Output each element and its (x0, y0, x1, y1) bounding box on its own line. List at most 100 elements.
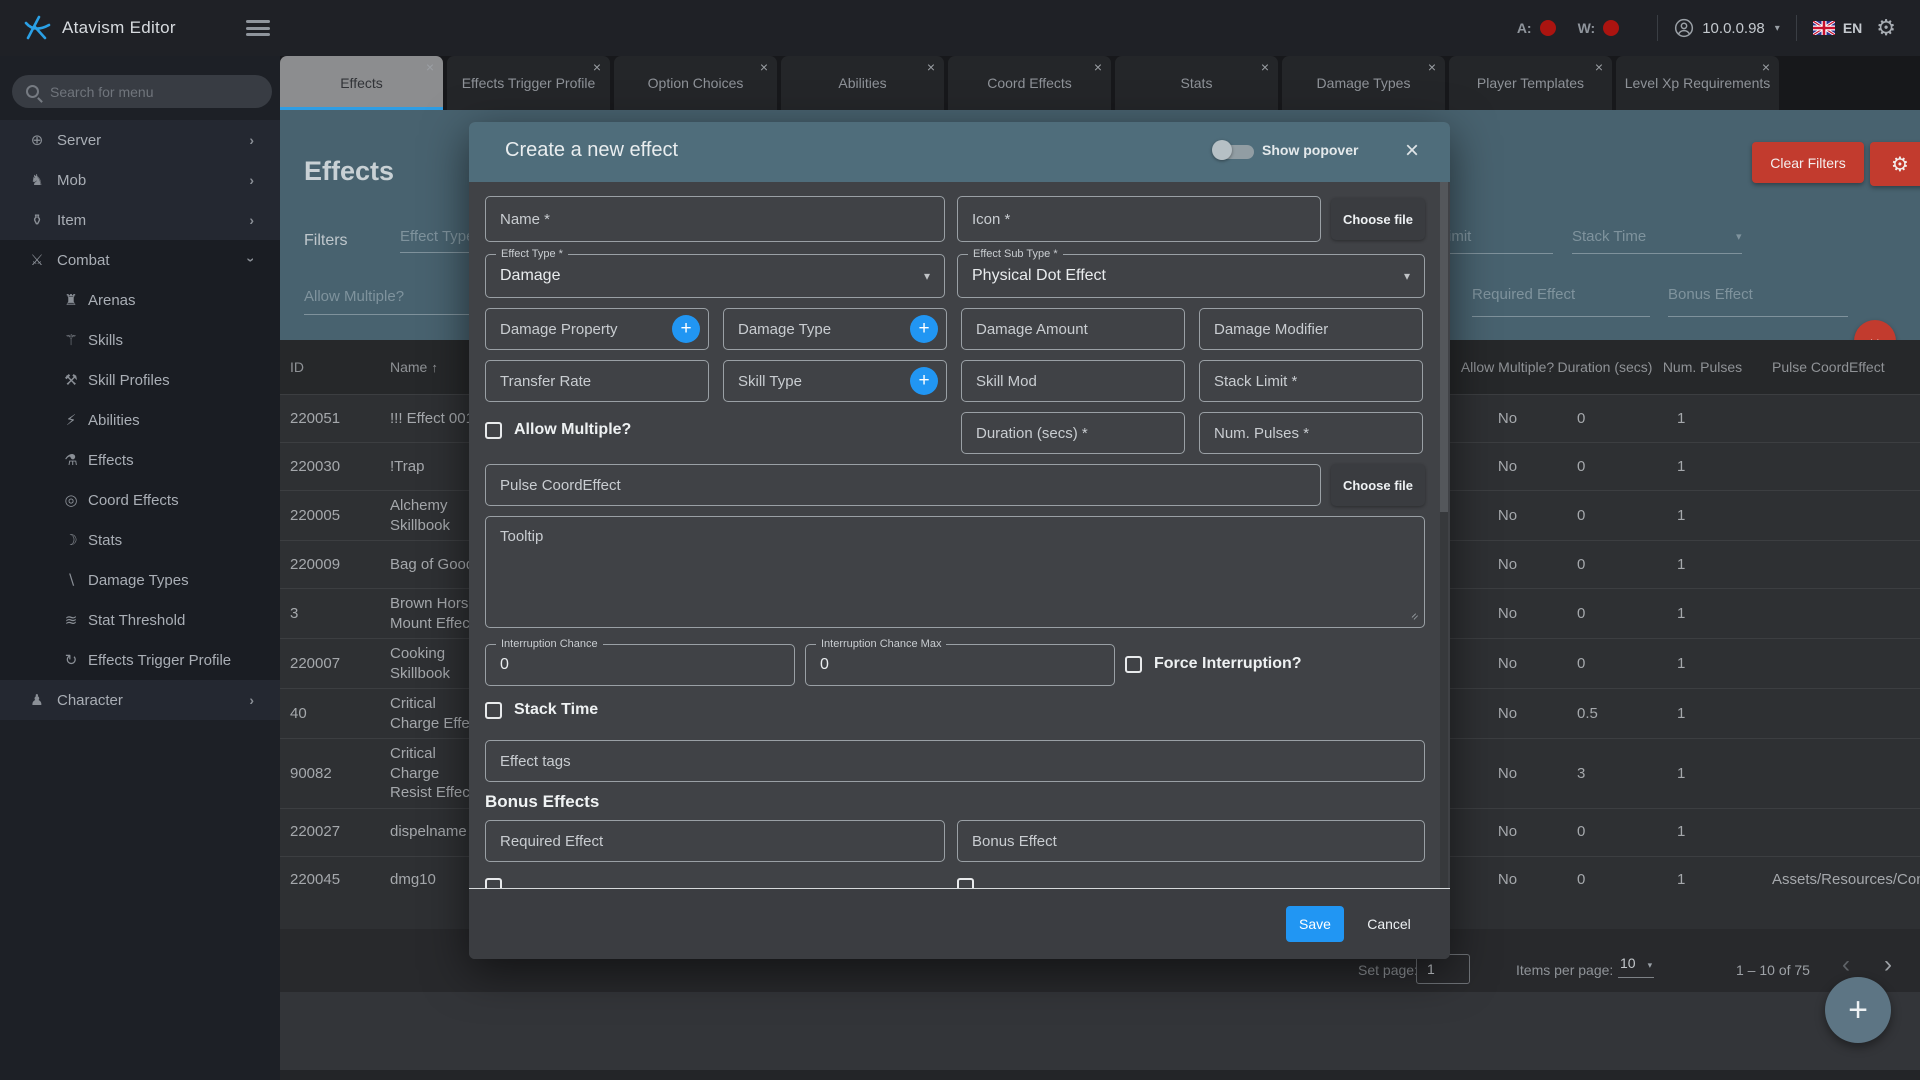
tab-close-icon[interactable]: × (1094, 59, 1102, 75)
bonus-effect-field[interactable]: Bonus Effect (957, 820, 1425, 862)
sidebar-group-item[interactable]: ⚱ Item › (0, 200, 280, 240)
tab-close-icon[interactable]: × (1595, 59, 1603, 75)
filter-required-effect[interactable]: Required Effect (1472, 286, 1575, 303)
sidebar-sub-item[interactable]: ⚚ Skills (0, 320, 280, 360)
previous-page-button[interactable]: ‹ (1842, 951, 1850, 979)
sidebar-sub-item[interactable]: ↻ Effects Trigger Profile (0, 640, 280, 680)
next-page-button[interactable]: › (1884, 951, 1892, 979)
effect-type-select[interactable]: Effect Type * Damage ▾ (485, 248, 945, 298)
pulse-coordeffect-field[interactable]: Pulse CoordEffect (485, 464, 1321, 506)
hamburger-menu-icon[interactable] (245, 20, 270, 36)
language-selector[interactable]: EN (1812, 20, 1862, 36)
interruption-chance-field[interactable]: Interruption Chance 0 (485, 638, 795, 686)
interruption-chance-max-field[interactable]: Interruption Chance Max 0 (805, 638, 1115, 686)
sidebar-sub-item[interactable]: ∖ Damage Types (0, 560, 280, 600)
tab-label: Abilities (838, 75, 887, 91)
sidebar-sub-item[interactable]: ♜ Arenas (0, 280, 280, 320)
filter-effect-type[interactable]: Effect Type (400, 228, 475, 245)
tab[interactable]: Abilities × (781, 56, 944, 110)
sidebar-item-label: Arenas (88, 291, 136, 309)
tab[interactable]: Coord Effects × (948, 56, 1111, 110)
duration-field[interactable]: Duration (secs) * (961, 412, 1185, 454)
tab[interactable]: Option Choices × (614, 56, 777, 110)
sidebar-group-item[interactable]: ♞ Mob › (0, 160, 280, 200)
search-input[interactable]: Search for menu (12, 75, 272, 108)
filter-allow-multiple[interactable]: Allow Multiple? (304, 288, 404, 305)
allow-multiple-checkbox[interactable] (485, 422, 502, 439)
table-settings-gear-icon[interactable]: ⚙ (1870, 142, 1920, 186)
tab-close-icon[interactable]: × (927, 59, 935, 75)
stack-limit-field[interactable]: Stack Limit * (1199, 360, 1423, 402)
tab[interactable]: Level Xp Requirements × (1616, 56, 1779, 110)
cell-duration: 0 (1577, 457, 1586, 475)
sidebar-sub-item[interactable]: ☽ Stats (0, 520, 280, 560)
cell-allow-multiple: No (1497, 457, 1518, 475)
sidebar-item-label: Item (57, 211, 87, 229)
cell-duration: 0.5 (1577, 704, 1598, 722)
show-popover-toggle-knob[interactable] (1212, 140, 1232, 160)
tab[interactable]: Effects × (280, 56, 443, 110)
transfer-rate-field[interactable]: Transfer Rate (485, 360, 709, 402)
pulse-choose-file-button[interactable]: Choose file (1331, 464, 1425, 506)
damage-type-field[interactable]: Damage Type + (723, 308, 947, 350)
icon-choose-file-button[interactable]: Choose file (1331, 198, 1425, 240)
add-damage-type-button[interactable]: + (910, 315, 938, 343)
clear-filters-button[interactable]: Clear Filters (1752, 142, 1864, 183)
tooltip-textarea[interactable]: Tooltip = (485, 516, 1425, 628)
save-button[interactable]: Save (1286, 906, 1344, 942)
add-skill-type-button[interactable]: + (910, 367, 938, 395)
num-pulses-field[interactable]: Num. Pulses * (1199, 412, 1423, 454)
skill-type-field[interactable]: Skill Type + (723, 360, 947, 402)
column-header-pulse-coordeffect[interactable]: Pulse CoordEffect (1750, 353, 1920, 381)
column-header-num-pulses[interactable]: Num. Pulses (1655, 353, 1750, 381)
damage-property-field[interactable]: Damage Property + (485, 308, 709, 350)
column-header-duration[interactable]: Duration (secs) (1555, 353, 1655, 381)
force-interruption-checkbox[interactable] (1125, 656, 1142, 673)
sidebar-sub-item[interactable]: ⚗ Effects (0, 440, 280, 480)
tab-close-icon[interactable]: × (593, 59, 601, 75)
column-header-allow-multiple[interactable]: Allow Multiple? (1460, 353, 1555, 381)
required-effect-field[interactable]: Required Effect (485, 820, 945, 862)
icon-field[interactable]: Icon * (957, 196, 1321, 242)
name-field[interactable]: Name * (485, 196, 945, 242)
sidebar-sub-item[interactable]: ⚡ Abilities (0, 400, 280, 440)
tab-close-icon[interactable]: × (760, 59, 768, 75)
cell-id: 90082 (290, 764, 332, 782)
tab[interactable]: Effects Trigger Profile × (447, 56, 610, 110)
sidebar-sub-item[interactable]: ◎ Coord Effects (0, 480, 280, 520)
filter-bonus-effect[interactable]: Bonus Effect (1668, 286, 1753, 303)
sidebar-item-label: Combat (57, 251, 110, 269)
damage-modifier-field[interactable]: Damage Modifier (1199, 308, 1423, 350)
sidebar-sub-item[interactable]: ⚒ Skill Profiles (0, 360, 280, 400)
tab-close-icon[interactable]: × (1762, 59, 1770, 75)
resize-handle-icon[interactable]: = (1408, 610, 1421, 623)
column-header-id[interactable]: ID (280, 353, 390, 381)
damage-amount-field[interactable]: Damage Amount (961, 308, 1185, 350)
items-per-page-select[interactable]: 10 ▾ (1618, 955, 1655, 978)
tab[interactable]: Damage Types × (1282, 56, 1445, 110)
cancel-button[interactable]: Cancel (1354, 906, 1424, 942)
sidebar-item-combat[interactable]: ⚔ Combat › (0, 240, 280, 280)
stack-time-checkbox[interactable] (485, 702, 502, 719)
tab[interactable]: Player Templates × (1449, 56, 1612, 110)
cell-allow-multiple: No (1497, 409, 1518, 427)
sidebar-group-item[interactable]: ⊕ Server › (0, 120, 280, 160)
tab[interactable]: Stats × (1115, 56, 1278, 110)
top-bar: Atavism Editor A: W: 10.0.0.98 ▾ EN ⚙ (0, 0, 1920, 56)
effect-tags-field[interactable]: Effect tags (485, 740, 1425, 782)
add-effect-button[interactable]: + (1825, 977, 1891, 1043)
modal-scrollbar-thumb[interactable] (1440, 182, 1448, 512)
settings-gear-icon[interactable]: ⚙ (1876, 15, 1896, 41)
server-selector[interactable]: 10.0.0.98 ▾ (1674, 18, 1780, 38)
tab-close-icon[interactable]: × (1261, 59, 1269, 75)
effect-sub-type-select[interactable]: Effect Sub Type * Physical Dot Effect ▾ (957, 248, 1425, 298)
sidebar-item-character[interactable]: ♟ Character › (0, 680, 280, 720)
tab-close-icon[interactable]: × (426, 59, 434, 75)
close-icon[interactable]: × (1405, 137, 1419, 165)
tab-close-icon[interactable]: × (1428, 59, 1436, 75)
server-icon: ⊕ (30, 132, 44, 149)
filter-stack-time[interactable]: Stack Time (1572, 228, 1646, 245)
sidebar-sub-item[interactable]: ≋ Stat Threshold (0, 600, 280, 640)
skill-mod-field[interactable]: Skill Mod (961, 360, 1185, 402)
add-damage-property-button[interactable]: + (672, 315, 700, 343)
